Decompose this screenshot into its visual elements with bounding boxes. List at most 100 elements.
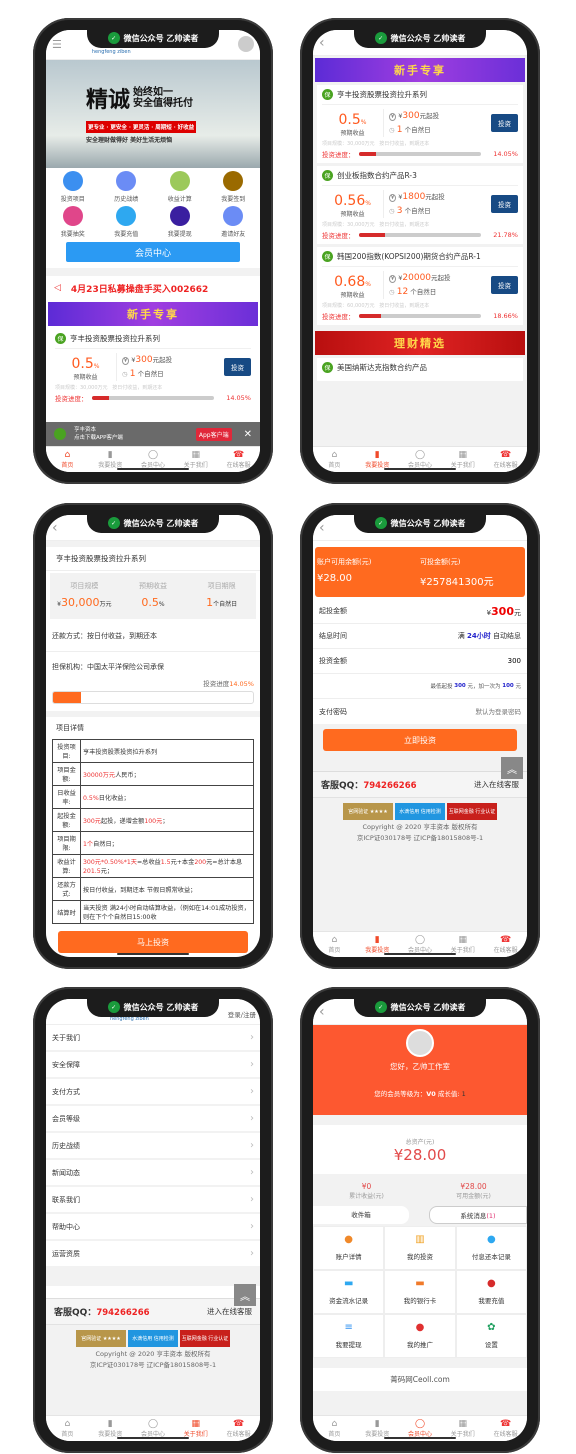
notice-bar[interactable]: ◁ 4月23日私募操盘手买入002662 [46,276,260,300]
product-card[interactable]: 保创业板指数合约产品R-3 0.56% 预期收益 ¥ ¥1800元起投 ◷ 3 个… [317,166,523,244]
quick-menu-item[interactable]: 投资项目 [46,171,100,203]
tab-inbox[interactable]: 收件箱 [313,1206,409,1224]
qq-number[interactable]: 794266266 [96,1308,149,1318]
yuan-icon: ¥ [389,274,397,283]
quick-menu-item[interactable]: 我要抽奖 [46,206,100,238]
avatar[interactable] [406,1029,434,1057]
nav-item-4[interactable]: ☎ 在线客服 [217,1416,260,1441]
about-menu-item[interactable]: 联系我们 › [46,1187,260,1214]
invest-button[interactable]: 投资 [491,114,518,132]
member-menu-item[interactable]: ▬ 我的银行卡 [384,1270,456,1314]
payment-password-input[interactable] [441,707,521,716]
nav-item-0[interactable]: ⌂ 首页 [46,1416,89,1441]
row-key: 起投金额: [52,808,81,832]
qq-number[interactable]: 794266266 [363,781,416,791]
member-menu-item[interactable]: ▥ 我的投资 [384,1226,456,1270]
member-menu-item[interactable]: ● 我要充值 [455,1270,527,1314]
back-button[interactable]: ‹ [319,1004,325,1020]
grid-icon: ▦ [191,450,201,460]
nav-item-0[interactable]: ⌂ 首页 [313,1416,356,1441]
certification-badge[interactable]: 互联网金融 行业认证 [447,803,497,820]
close-icon[interactable]: ✕ [244,429,252,440]
product-title: 韩国200指数(KOPSI200)期货合约产品R-1 [337,252,481,261]
newbie-banner[interactable]: 新手专享 [315,58,525,82]
login-register-link[interactable]: 登录/注册 [228,1009,256,1019]
member-menu-item[interactable]: ▬ 资金流水记录 [313,1270,385,1314]
member-center-button[interactable]: 会员中心 [66,242,240,262]
member-menu-item[interactable]: ● 我的推广 [384,1314,456,1358]
quick-menu-label: 历史战绩 [114,196,139,203]
quick-menu-item[interactable]: 邀请好友 [207,206,261,238]
app-download-button[interactable]: App客户端 [195,427,232,441]
guarantee-icon: 保 [322,362,333,373]
quick-menu-item[interactable]: 历史战绩 [100,171,154,203]
table-row: 项目期限: 1个自然日； [52,831,254,855]
newbie-banner[interactable]: 新手专享 [48,302,258,326]
certification-badge[interactable]: 水滴信用 信用检测 [395,803,445,820]
chevron-right-icon: › [250,1221,254,1232]
site-watermark: 菁码网Ceoll.com [313,1368,527,1391]
row-value: 按日付收益，到期还本 节假日照常收益； [80,877,254,901]
nav-item-0[interactable]: ⌂ 首页 [313,447,356,472]
featured-banner[interactable]: 理财精选 [315,331,525,355]
online-service-link[interactable]: 进入在线客服 [474,779,519,790]
about-menu-item[interactable]: 会员等级 › [46,1106,260,1133]
about-menu-item[interactable]: 关于我们 › [46,1025,260,1052]
invest-button[interactable]: 投资 [491,276,518,294]
investment-amount-input[interactable] [461,657,521,665]
back-button[interactable]: ‹ [52,520,58,536]
hero-banner[interactable]: 精诚 始终如一 安全值得托付 更专业 · 更安全 · 更灵活 · 周期短 · 好收… [46,60,260,168]
certification-badge[interactable]: 水滴信用 信用检测 [128,1330,178,1347]
invest-now-button[interactable]: 马上投资 [58,931,248,953]
quick-menu-item[interactable]: 我要充值 [100,206,154,238]
nav-item-4[interactable]: ☎ 在线客服 [484,1416,527,1441]
about-menu-item[interactable]: 帮助中心 › [46,1214,260,1241]
about-menu-item[interactable]: 运营资质 › [46,1241,260,1268]
back-to-top-button[interactable]: ︽ [234,1284,256,1306]
certification-badge[interactable]: 互联网金融 行业认证 [180,1330,230,1347]
home-icon: ⌂ [331,1419,338,1429]
back-to-top-button[interactable]: ︽ [501,757,523,779]
row-key: 还款方式: [52,877,81,901]
nav-item-4[interactable]: ☎ 在线客服 [217,447,260,472]
menu-label: 账户详情 [335,1253,362,1261]
quick-menu-item[interactable]: 我要提现 [153,206,207,238]
online-service-link[interactable]: 进入在线客服 [207,1306,252,1317]
member-menu-item[interactable]: ● 付息还本记录 [455,1226,527,1270]
certification-badge[interactable]: 官网验证 ★★★★ [76,1330,126,1347]
about-menu-item[interactable]: 安全保障 › [46,1052,260,1079]
back-button[interactable]: ‹ [319,520,325,536]
detail-title: 亨丰投资股票投资拉升系列 [46,547,260,571]
about-menu-item[interactable]: 新闻动态 › [46,1160,260,1187]
recharge-icon [116,206,137,226]
about-menu-item[interactable]: 支付方式 › [46,1079,260,1106]
table-row: 投资项目: 亨丰投资股票投资拉升系列 [52,739,254,763]
withdraw-icon: ≡ [344,1322,353,1333]
certification-badge[interactable]: 官网验证 ★★★★ [343,803,393,820]
tab-system-messages[interactable]: 系统消息(1) [429,1206,527,1224]
app-download-bar[interactable]: 亨丰资本 点击下载APP客户端 App客户端 ✕ [46,422,260,446]
invest-button[interactable]: 投资 [491,195,518,213]
nav-item-0[interactable]: ⌂ 首页 [313,932,356,957]
chevron-right-icon: › [250,1032,254,1043]
member-menu-item[interactable]: ✿ 设置 [455,1314,527,1358]
quick-menu-item[interactable]: 收益计算 [153,171,207,203]
member-menu-item[interactable]: ≡ 我要提现 [313,1314,385,1358]
nav-item-4[interactable]: ☎ 在线客服 [484,447,527,472]
chart-icon [62,171,83,191]
product-card[interactable]: 保亨丰投资股票投资拉升系列 0.5% 预期收益 ¥ ¥300元起投 ◷ 1 个自然… [317,85,523,163]
table-row: 起投金额: 300元起投，递增金额100元； [52,808,254,832]
nav-item-0[interactable]: ⌂ 首页 [46,447,89,472]
quick-menu-item[interactable]: 我要签到 [207,171,261,203]
invest-button[interactable]: 投资 [224,358,251,376]
about-menu-item[interactable]: 历史战绩 › [46,1133,260,1160]
quick-menu-label: 投资项目 [60,196,85,203]
menu-icon[interactable]: ☰ [52,38,62,51]
member-menu-item[interactable]: ● 账户详情 [313,1226,385,1270]
nav-item-4[interactable]: ☎ 在线客服 [484,932,527,957]
product-card[interactable]: 保韩国200指数(KOPSI200)期货合约产品R-1 0.68% 预期收益 ¥ … [317,247,523,325]
product-card[interactable]: 保亨丰投资股票投资拉升系列 0.5% 预期收益 ¥ ¥300元起投 ◷ 1 个自然… [50,329,256,407]
invest-immediately-button[interactable]: 立即投资 [323,729,517,751]
back-button[interactable]: ‹ [319,35,325,51]
avatar[interactable] [238,36,254,52]
